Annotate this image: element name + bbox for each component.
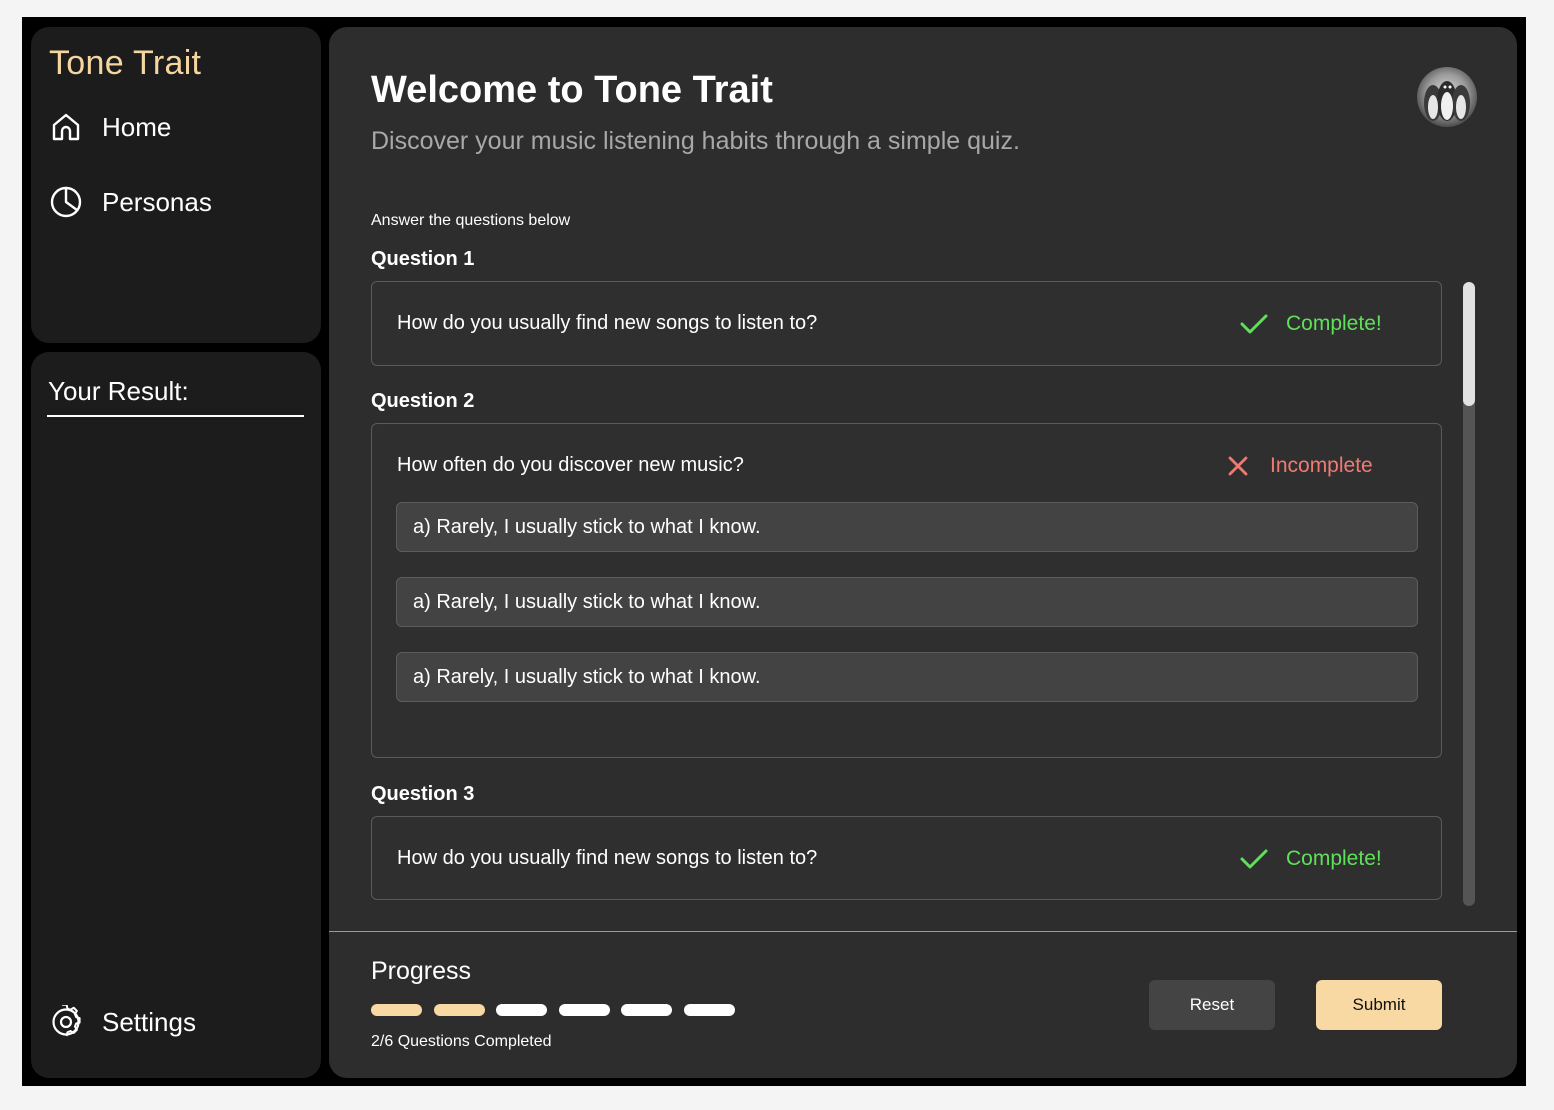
progress-segment-pending — [558, 1004, 610, 1016]
main-panel: Welcome to Tone Trait Discover your musi… — [329, 27, 1517, 1078]
settings-label: Settings — [102, 1006, 196, 1037]
status-text: Complete! — [1286, 847, 1382, 870]
sidebar-item-personas[interactable]: Personas — [49, 182, 299, 222]
page-subtitle: Discover your music listening habits thr… — [371, 127, 1020, 155]
question-1-label: Question 1 — [371, 248, 475, 270]
result-panel: Your Result: Settings — [31, 352, 321, 1078]
sidebar-item-label: Home — [102, 111, 172, 142]
question-2-text: How often do you discover new music? — [397, 454, 744, 476]
answer-option[interactable]: a) Rarely, I usually stick to what I kno… — [396, 502, 1418, 552]
result-title: Your Result: — [48, 376, 189, 406]
progress-segment-pending — [683, 1004, 735, 1016]
progress-segment-pending — [621, 1004, 672, 1016]
question-3-label: Question 3 — [371, 783, 475, 805]
submit-button[interactable]: Submit — [1316, 980, 1442, 1030]
sidebar-item-home[interactable]: Home — [49, 107, 299, 147]
question-3-text: How do you usually find new songs to lis… — [397, 847, 818, 869]
question-2-card: How often do you discover new music? Inc… — [371, 423, 1442, 758]
result-divider — [47, 415, 304, 417]
question-2-label: Question 2 — [371, 390, 475, 412]
reset-button[interactable]: Reset — [1149, 980, 1275, 1030]
status-text: Incomplete — [1270, 454, 1373, 477]
pie-chart-icon — [49, 185, 83, 219]
progress-segment-pending — [496, 1004, 547, 1016]
answer-option[interactable]: a) Rarely, I usually stick to what I kno… — [396, 652, 1418, 702]
status-badge: Complete! — [1238, 843, 1382, 875]
sidebar-nav: Tone Trait Home Personas — [31, 27, 321, 343]
checkmark-icon — [1238, 843, 1270, 875]
question-3-card[interactable]: How do you usually find new songs to lis… — [371, 816, 1442, 900]
instructions: Answer the questions below — [371, 212, 571, 229]
question-1-card[interactable]: How do you usually find new songs to lis… — [371, 281, 1442, 366]
checkmark-icon — [1238, 308, 1270, 340]
progress-segment-complete — [433, 1004, 485, 1016]
footer-divider — [329, 931, 1517, 932]
home-icon — [49, 110, 83, 144]
scrollbar-thumb[interactable] — [1463, 282, 1475, 406]
status-badge: Incomplete — [1222, 450, 1373, 482]
close-icon — [1222, 450, 1254, 482]
answer-option[interactable]: a) Rarely, I usually stick to what I kno… — [396, 577, 1418, 627]
brand-title: Tone Trait — [49, 44, 202, 82]
progress-title: Progress — [371, 957, 472, 985]
gear-icon — [49, 1005, 83, 1039]
progress-segment-complete — [371, 1004, 422, 1016]
scrollbar[interactable] — [1463, 282, 1475, 906]
penguins-image — [1424, 81, 1470, 121]
status-badge: Complete! — [1238, 308, 1382, 340]
avatar[interactable] — [1417, 67, 1477, 127]
sidebar-item-label: Personas — [102, 186, 212, 217]
page-title: Welcome to Tone Trait — [371, 69, 773, 111]
status-text: Complete! — [1286, 312, 1382, 335]
settings-button[interactable]: Settings — [49, 1002, 299, 1042]
progress-summary: 2/6 Questions Completed — [371, 1033, 552, 1050]
question-1-text: How do you usually find new songs to lis… — [397, 312, 818, 334]
